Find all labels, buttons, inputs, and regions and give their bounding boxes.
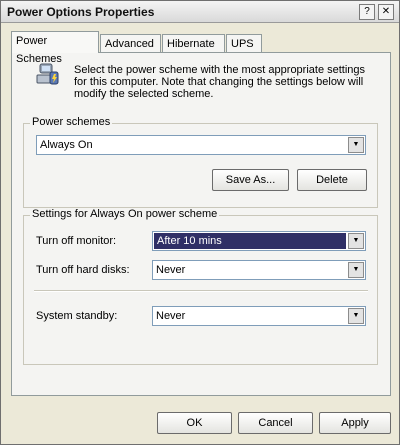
- cancel-button[interactable]: Cancel: [238, 412, 313, 434]
- tab-ups[interactable]: UPS: [226, 34, 262, 53]
- delete-button[interactable]: Delete: [297, 169, 367, 191]
- power-scheme-dropdown[interactable]: Always On ▼: [36, 135, 366, 155]
- window-title: Power Options Properties: [7, 5, 155, 19]
- turn-off-monitor-dropdown[interactable]: After 10 mins ▼: [152, 231, 366, 251]
- tab-power-schemes[interactable]: Power Schemes: [11, 31, 99, 65]
- power-scheme-value: Always On: [40, 139, 93, 151]
- chevron-down-icon[interactable]: ▼: [348, 308, 364, 324]
- turn-off-hard-disks-dropdown[interactable]: Never ▼: [152, 260, 366, 280]
- system-standby-label: System standby:: [36, 310, 118, 322]
- chevron-down-icon[interactable]: ▼: [348, 137, 364, 153]
- close-button[interactable]: ✕: [378, 4, 394, 20]
- ok-button[interactable]: OK: [157, 412, 232, 434]
- chevron-down-icon[interactable]: ▼: [348, 233, 364, 249]
- system-standby-dropdown[interactable]: Never ▼: [152, 306, 366, 326]
- turn-off-hard-disks-value: Never: [156, 264, 186, 276]
- intro-text: Select the power scheme with the most ap…: [74, 64, 366, 100]
- turn-off-monitor-value: After 10 mins: [154, 233, 346, 249]
- tab-hibernate[interactable]: Hibernate: [162, 34, 225, 53]
- system-standby-value: Never: [156, 310, 186, 322]
- save-as-button[interactable]: Save As...: [212, 169, 289, 191]
- tab-bar: Power Schemes Advanced Hibernate UPS: [11, 31, 391, 65]
- settings-divider: [34, 290, 368, 292]
- chevron-down-icon[interactable]: ▼: [348, 262, 364, 278]
- scheme-settings-group-label: Settings for Always On power scheme: [30, 208, 220, 220]
- apply-button[interactable]: Apply: [319, 412, 391, 434]
- turn-off-hard-disks-label: Turn off hard disks:: [36, 264, 130, 276]
- scheme-settings-group: Settings for Always On power scheme Turn…: [23, 208, 378, 365]
- tab-advanced[interactable]: Advanced: [100, 34, 161, 53]
- power-schemes-group: Power schemes Always On ▼ Save As... Del…: [23, 116, 378, 208]
- power-schemes-panel: Select the power scheme with the most ap…: [11, 52, 391, 396]
- power-options-window: Power Options Properties ? ✕ Power Schem…: [0, 0, 400, 445]
- power-schemes-group-label: Power schemes: [30, 116, 113, 128]
- title-bar[interactable]: Power Options Properties ? ✕: [1, 1, 399, 23]
- help-button[interactable]: ?: [359, 4, 375, 20]
- turn-off-monitor-label: Turn off monitor:: [36, 235, 117, 247]
